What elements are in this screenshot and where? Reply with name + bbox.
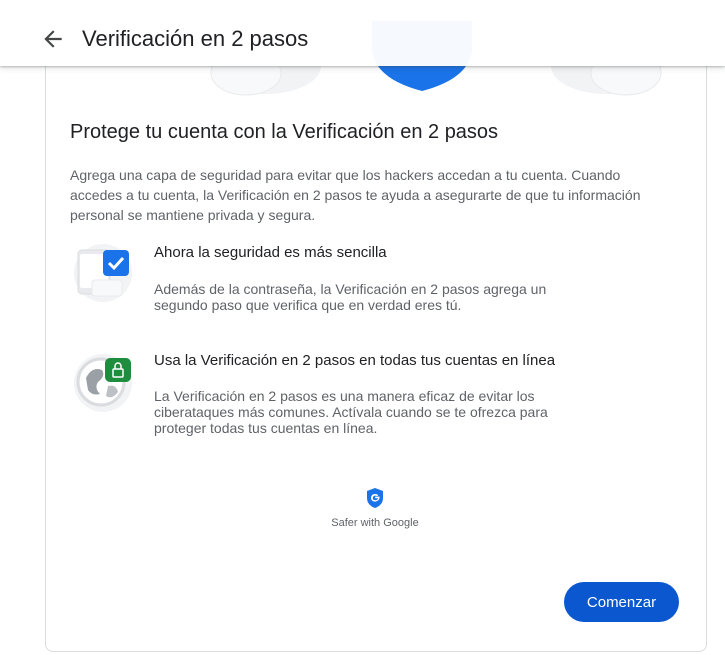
checkbox-phone-icon [74, 244, 132, 302]
page-title: Verificación en 2 pasos [82, 26, 309, 51]
google-wordmark: Google [383, 517, 419, 529]
safer-with-google-badge: Safer with Google [327, 487, 423, 529]
globe-lock-icon [74, 354, 132, 412]
back-arrow-icon[interactable] [40, 26, 66, 52]
main-card [45, 20, 707, 652]
safer-prefix: Safer with [331, 517, 384, 529]
intro-text: Agrega una capa de seguridad para evitar… [70, 167, 641, 223]
feature-title: Ahora la seguridad es más sencilla [154, 244, 387, 261]
feature-title: Usa la Verificación en 2 pasos en todas … [154, 352, 556, 369]
top-app-bar: Verificación en 2 pasos [0, 0, 725, 66]
section-heading: Protege tu cuenta con la Verificación en… [70, 121, 499, 143]
start-button[interactable]: Comenzar [564, 582, 679, 622]
feature-description: La Verificación en 2 pasos es una manera… [154, 388, 548, 436]
feature-description: Además de la contraseña, la Verificación… [154, 281, 547, 313]
google-shield-icon [367, 488, 383, 508]
